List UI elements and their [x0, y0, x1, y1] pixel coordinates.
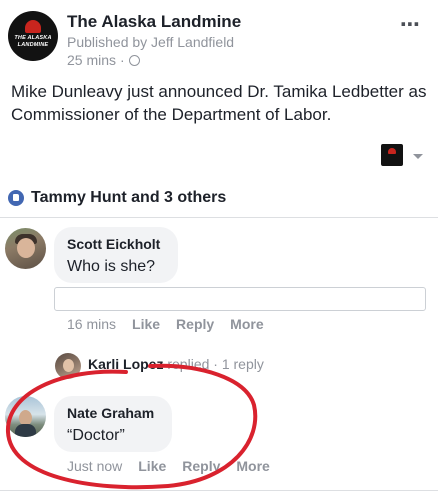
comment-timestamp[interactable]: 16 mins [67, 316, 116, 332]
avatar-body [15, 424, 36, 437]
comment-author[interactable]: Nate Graham [67, 405, 154, 421]
avatar-face [17, 238, 35, 258]
post-timestamp[interactable]: 25 mins [67, 52, 116, 68]
reply-button[interactable]: Reply [182, 458, 220, 474]
comment-bubble: Nate Graham “Doctor” [54, 396, 172, 452]
chevron-down-icon[interactable] [413, 154, 423, 159]
more-button[interactable]: More [236, 458, 269, 474]
like-button[interactable]: Like [132, 316, 160, 332]
comment-author[interactable]: Scott Eickholt [67, 236, 160, 252]
reply-button[interactable]: Reply [176, 316, 214, 332]
reactions-summary[interactable]: Tammy Hunt and 3 others [31, 189, 226, 207]
reply-verb: replied [167, 356, 210, 372]
page-name[interactable]: The Alaska Landmine [67, 12, 241, 32]
reply-count[interactable]: 1 reply [222, 356, 264, 372]
comment-actions: Just now Like Reply More [67, 458, 270, 474]
reply-summary[interactable]: Karli Lopez replied · 1 reply [88, 356, 264, 372]
comment-text: Who is she? [67, 258, 156, 275]
like-button[interactable]: Like [138, 458, 166, 474]
post-timestamp-row: 25 mins · [67, 52, 140, 68]
divider [0, 490, 438, 491]
separator: · [213, 356, 218, 372]
logo-dome-icon [25, 20, 41, 33]
logo-dome-icon [388, 148, 396, 154]
post-body: Mike Dunleavy just announced Dr. Tamika … [11, 82, 427, 124]
avatar[interactable] [5, 396, 46, 437]
globe-icon [128, 54, 140, 66]
divider [0, 217, 438, 218]
logo-text-line-1: THE ALASKA [14, 35, 52, 41]
avatar[interactable] [5, 228, 46, 269]
reply-author[interactable]: Karli Lopez [88, 356, 163, 372]
post-as-avatar[interactable] [381, 144, 403, 166]
comment-actions: 16 mins Like Reply More [67, 316, 264, 332]
more-options-icon[interactable]: ⋯ [400, 12, 421, 37]
reply-input[interactable] [54, 287, 426, 311]
comment-text: “Doctor” [67, 427, 125, 444]
more-button[interactable]: More [230, 316, 263, 332]
comment-bubble: Scott Eickholt Who is she? [54, 227, 178, 283]
avatar[interactable] [55, 353, 81, 379]
published-by[interactable]: Published by Jeff Landfield [67, 34, 234, 50]
avatar-face [63, 359, 74, 372]
logo-text-line-2: LANDMINE [17, 42, 49, 48]
comment-timestamp[interactable]: Just now [67, 458, 122, 474]
page-avatar-logo[interactable]: THE ALASKA LANDMINE [8, 11, 58, 61]
like-icon [8, 190, 24, 206]
separator: · [120, 52, 125, 68]
